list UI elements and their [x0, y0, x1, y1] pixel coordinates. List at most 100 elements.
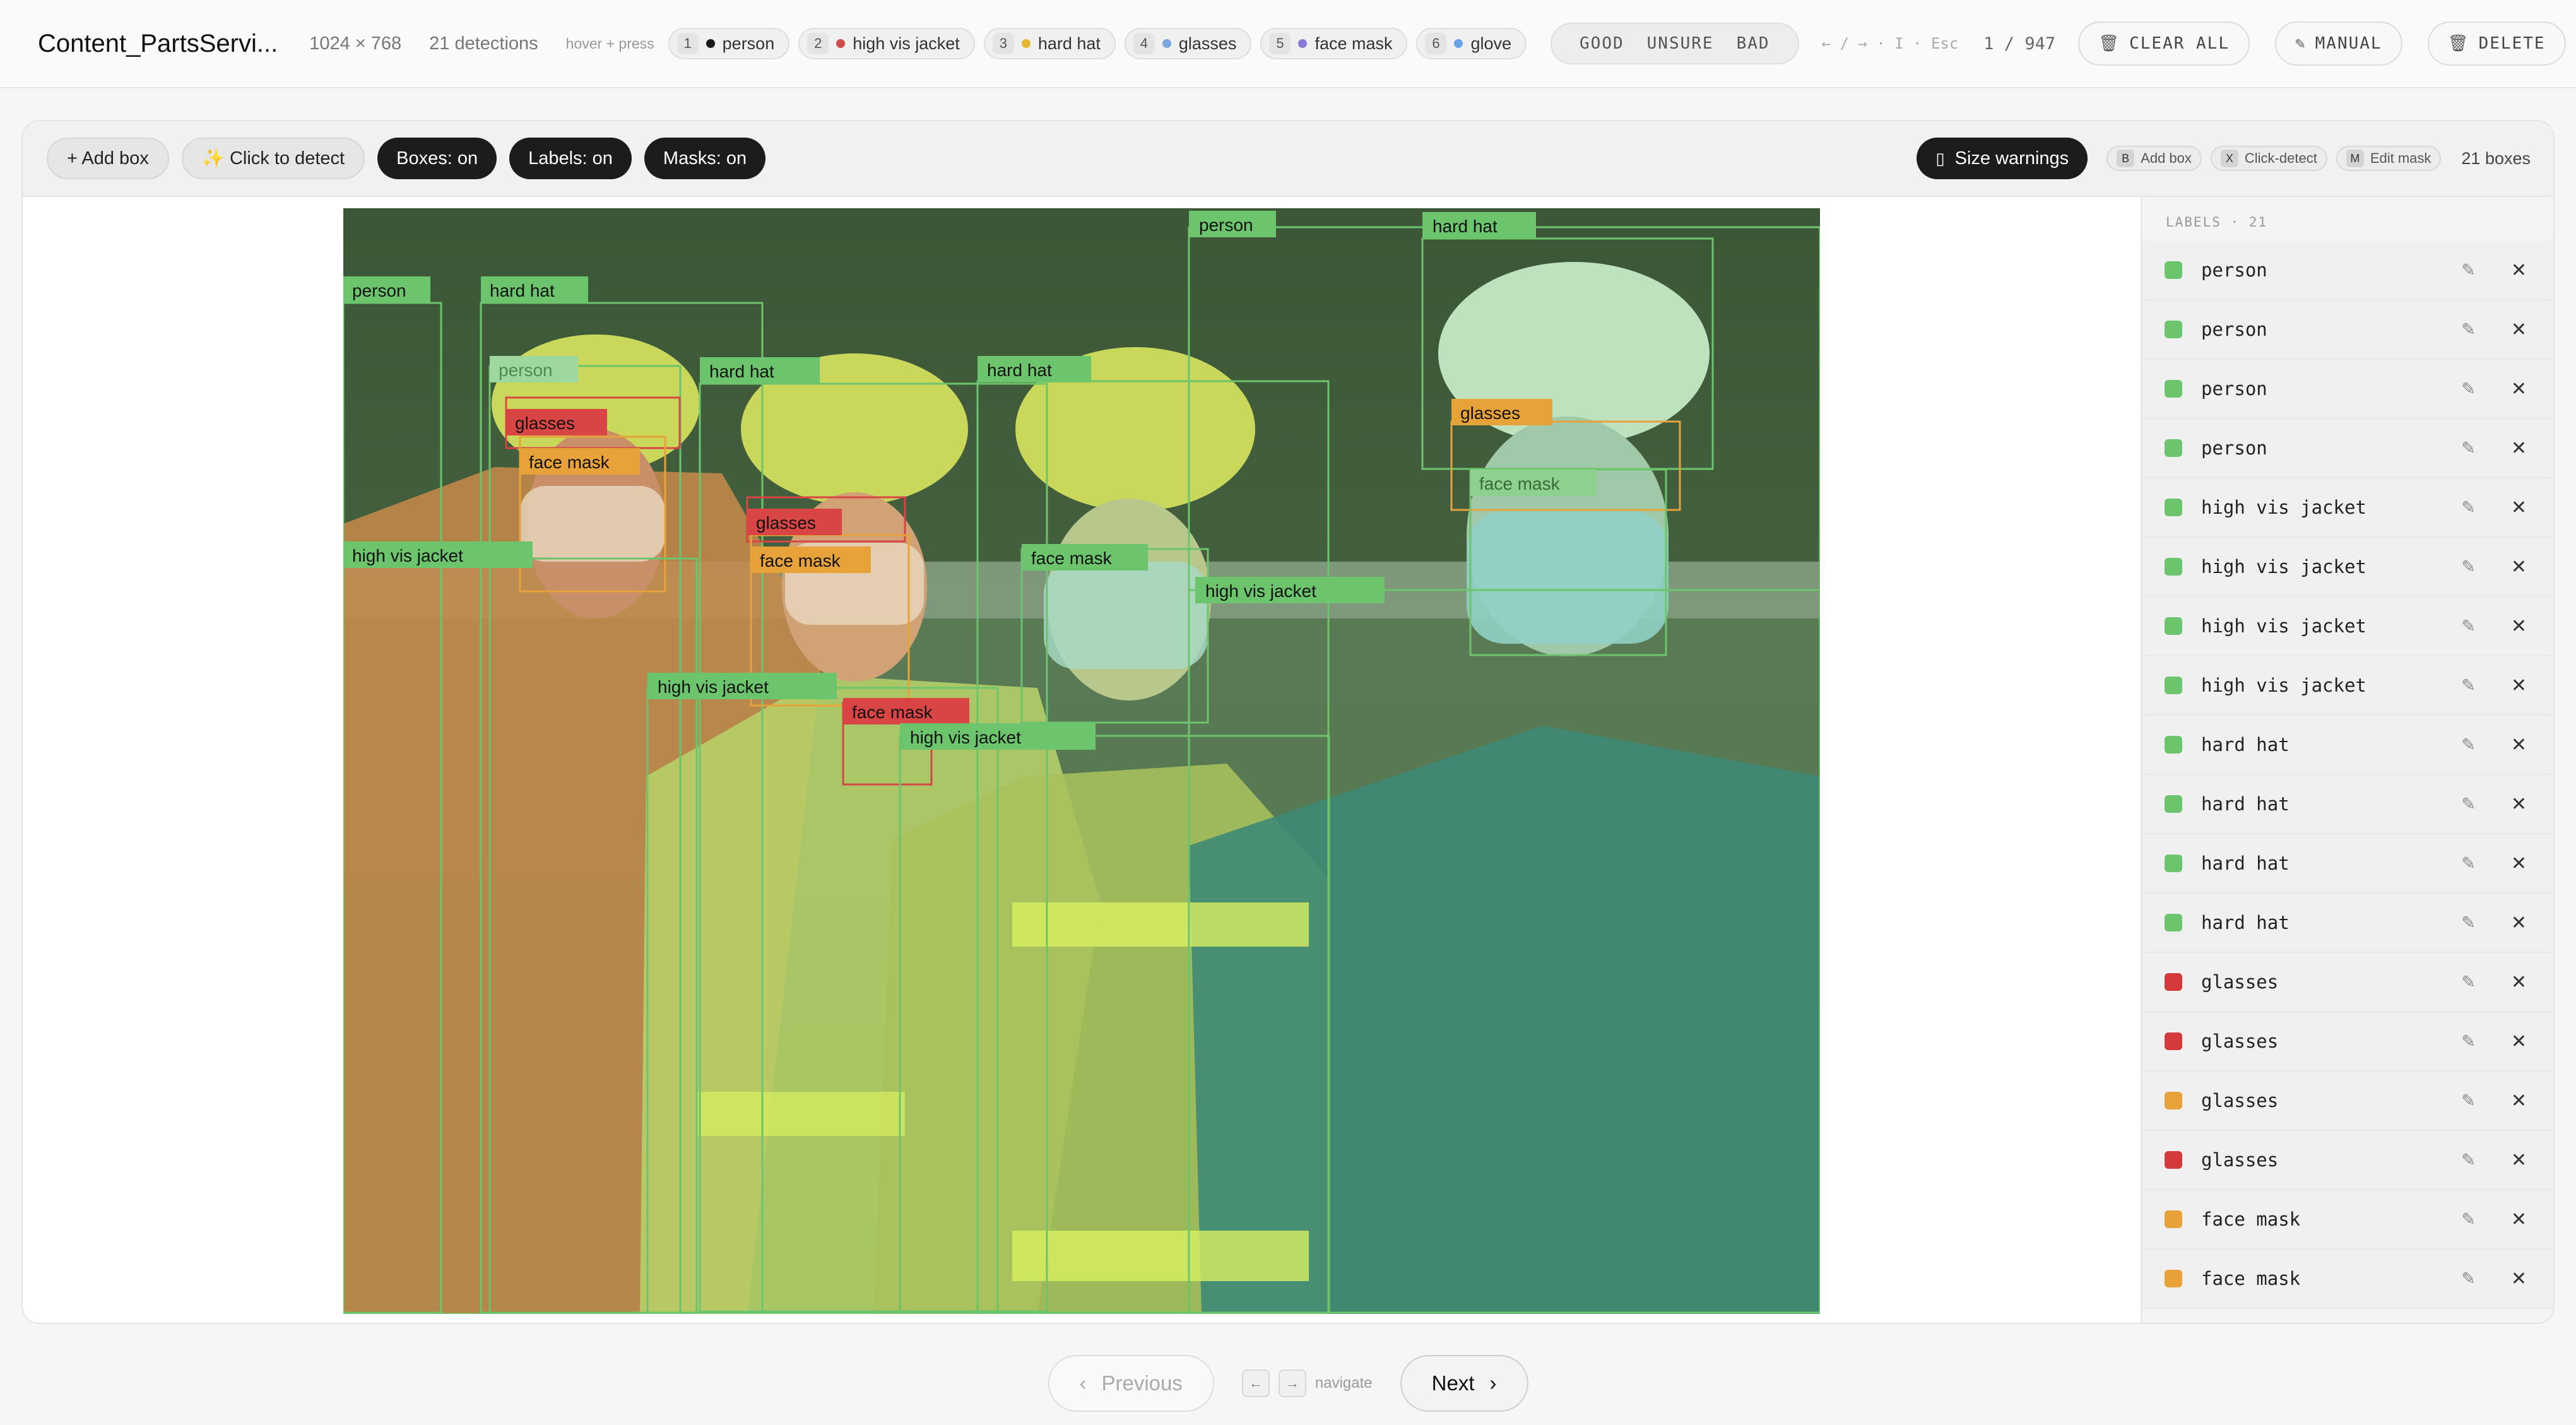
class-chip-glasses[interactable]: 4 glasses	[1124, 28, 1252, 59]
boxes-toggle[interactable]: Boxes: on	[377, 138, 497, 179]
annotation-panel: + Add box ✨ Click to detect Boxes: on La…	[21, 120, 2555, 1324]
label-name: person	[2201, 437, 2267, 459]
remove-icon[interactable]: ✕	[2511, 734, 2527, 756]
remove-icon[interactable]: ✕	[2511, 1149, 2527, 1171]
remove-icon[interactable]: ✕	[2511, 556, 2527, 578]
edit-icon[interactable]: ✎	[2461, 973, 2476, 992]
edit-icon[interactable]: ✎	[2461, 913, 2476, 933]
remove-icon[interactable]: ✕	[2511, 971, 2527, 993]
clear-all-button[interactable]: 🗑 CLEAR ALL	[2078, 21, 2250, 66]
tag-text: high vis jacket	[1205, 581, 1316, 601]
label-row[interactable]: high vis jacket ✎ ✕	[2142, 597, 2553, 656]
edit-icon[interactable]: ✎	[2461, 1210, 2476, 1229]
edit-icon[interactable]: ✎	[2461, 1150, 2476, 1170]
class-chip-person[interactable]: 1 person	[668, 28, 790, 59]
label-row[interactable]: person ✎ ✕	[2142, 241, 2553, 300]
label-row[interactable]: high vis jacket ✎ ✕	[2142, 478, 2553, 538]
label-row[interactable]: hard hat ✎ ✕	[2142, 834, 2553, 894]
click-to-detect-button[interactable]: ✨ Click to detect	[181, 138, 365, 179]
shortcut-label: Add box	[2141, 150, 2192, 166]
edit-icon[interactable]: ✎	[2461, 795, 2476, 814]
remove-icon[interactable]: ✕	[2511, 259, 2527, 281]
label-color-swatch	[2165, 736, 2182, 754]
edit-icon[interactable]: ✎	[2461, 261, 2476, 280]
label-row[interactable]: hard hat ✎ ✕	[2142, 775, 2553, 834]
labels-toggle[interactable]: Labels: on	[509, 138, 632, 179]
delete-button[interactable]: 🗑 DELETE	[2427, 21, 2566, 66]
detection-count: 21 detections	[429, 33, 538, 54]
mask-shape-3	[1044, 562, 1208, 669]
rate-unsure-button[interactable]: UNSURE	[1647, 34, 1714, 53]
label-row[interactable]: person ✎ ✕	[2142, 419, 2553, 478]
edit-icon[interactable]: ✎	[2461, 735, 2476, 755]
trash-icon: 🗑	[2098, 34, 2121, 53]
label-color-swatch	[2165, 1092, 2182, 1109]
class-chip-face-mask[interactable]: 5 face mask	[1260, 28, 1408, 59]
label-row[interactable]: face mask ✎ ✕	[2142, 1250, 2553, 1309]
remove-icon[interactable]: ✕	[2511, 497, 2527, 519]
label-name: high vis jacket	[2201, 675, 2366, 696]
shortcut-label: Click-detect	[2244, 150, 2317, 166]
remove-icon[interactable]: ✕	[2511, 319, 2527, 341]
remove-icon[interactable]: ✕	[2511, 912, 2527, 934]
previous-button[interactable]: ‹ Previous	[1048, 1355, 1214, 1412]
label-name: hard hat	[2201, 734, 2289, 755]
edit-icon[interactable]: ✎	[2461, 676, 2476, 695]
add-box-button[interactable]: + Add box	[47, 138, 169, 179]
label-row[interactable]: glasses ✎ ✕	[2142, 953, 2553, 1012]
next-button[interactable]: Next ›	[1400, 1355, 1528, 1412]
label-name: hard hat	[2201, 853, 2289, 874]
edit-icon[interactable]: ✎	[2461, 557, 2476, 577]
shortcut-list: B Add box X Click-detect M Edit mask	[2106, 146, 2450, 171]
hotkey-badge: 1	[676, 33, 699, 54]
label-color-swatch	[2165, 1151, 2182, 1169]
chevron-left-icon: ‹	[1079, 1371, 1087, 1395]
remove-icon[interactable]: ✕	[2511, 615, 2527, 637]
label-color-swatch	[2165, 380, 2182, 398]
label-color-swatch	[2165, 677, 2182, 694]
edit-icon[interactable]: ✎	[2461, 379, 2476, 399]
class-chip-hard-hat[interactable]: 3 hard hat	[983, 28, 1116, 59]
label-row[interactable]: glasses ✎ ✕	[2142, 1072, 2553, 1131]
label-row[interactable]: person ✎ ✕	[2142, 360, 2553, 419]
remove-icon[interactable]: ✕	[2511, 1031, 2527, 1053]
edit-icon[interactable]: ✎	[2461, 1091, 2476, 1111]
remove-icon[interactable]: ✕	[2511, 675, 2527, 697]
class-color-dot	[1162, 39, 1171, 48]
masks-toggle[interactable]: Masks: on	[644, 138, 766, 179]
remove-icon[interactable]: ✕	[2511, 853, 2527, 875]
label-row[interactable]: glasses ✎ ✕	[2142, 1131, 2553, 1190]
class-chip-high-vis-jacket[interactable]: 2 high vis jacket	[798, 28, 975, 59]
remove-icon[interactable]: ✕	[2511, 1209, 2527, 1231]
remove-icon[interactable]: ✕	[2511, 793, 2527, 815]
edit-icon[interactable]: ✎	[2461, 1032, 2476, 1051]
rate-good-button[interactable]: GOOD	[1580, 34, 1624, 53]
edit-icon[interactable]: ✎	[2461, 498, 2476, 517]
label-row[interactable]: hard hat ✎ ✕	[2142, 716, 2553, 775]
class-name: face mask	[1315, 33, 1393, 53]
class-chip-glove[interactable]: 6 glove	[1416, 28, 1527, 59]
label-row[interactable]: person ✎ ✕	[2142, 300, 2553, 360]
remove-icon[interactable]: ✕	[2511, 378, 2527, 400]
label-row[interactable]: hard hat ✎ ✕	[2142, 894, 2553, 953]
image-canvas[interactable]: person hard hat person glasses face mask…	[343, 208, 1820, 1314]
shortcut-chip: M Edit mask	[2336, 146, 2442, 171]
label-row[interactable]: high vis jacket ✎ ✕	[2142, 538, 2553, 597]
label-row[interactable]: high vis jacket ✎ ✕	[2142, 656, 2553, 716]
size-warnings-toggle[interactable]: ▯ Size warnings	[1917, 138, 2088, 179]
edit-icon[interactable]: ✎	[2461, 617, 2476, 636]
rate-bad-button[interactable]: BAD	[1737, 34, 1770, 53]
label-row[interactable]: face mask ✎ ✕	[2142, 1190, 2553, 1250]
edit-icon[interactable]: ✎	[2461, 854, 2476, 873]
remove-icon[interactable]: ✕	[2511, 1268, 2527, 1290]
trash-icon: 🗑	[2447, 34, 2470, 53]
image-dimensions: 1024 × 768	[309, 33, 402, 54]
manual-button[interactable]: ✎ MANUAL	[2275, 21, 2402, 66]
label-row[interactable]: glasses ✎ ✕	[2142, 1012, 2553, 1072]
remove-icon[interactable]: ✕	[2511, 437, 2527, 459]
edit-icon[interactable]: ✎	[2461, 320, 2476, 340]
edit-icon[interactable]: ✎	[2461, 1269, 2476, 1289]
remove-icon[interactable]: ✕	[2511, 1090, 2527, 1112]
labels-sidebar: LABELS · 21 person ✎ ✕ person ✎ ✕ person ✎ ✕ pers…	[2141, 197, 2553, 1323]
edit-icon[interactable]: ✎	[2461, 439, 2476, 458]
